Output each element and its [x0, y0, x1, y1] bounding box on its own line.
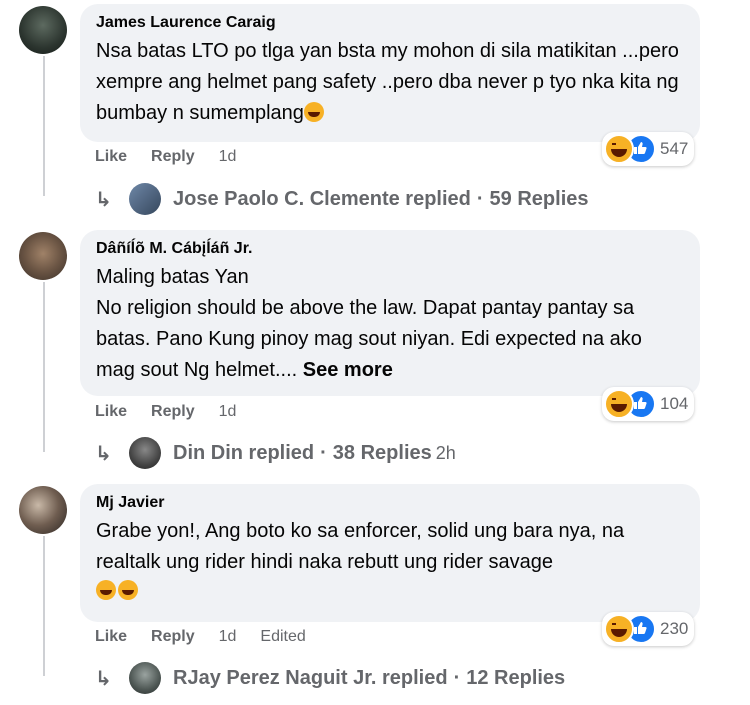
- reply-separator: ·: [453, 666, 461, 689]
- comment-timestamp[interactable]: 1d: [219, 628, 237, 646]
- comment-bubble: Mj Javier Grabe yon!, Ang boto ko sa enf…: [80, 484, 700, 622]
- like-button[interactable]: Like: [95, 628, 127, 646]
- reply-author-text: Jose Paolo C. Clemente replied: [173, 187, 471, 210]
- comment-bubble: James Laurence Caraig Nsa batas LTO po t…: [80, 4, 700, 142]
- comment-actions: Like Reply 1d: [95, 403, 260, 421]
- view-replies-link[interactable]: ↳ Jose Paolo C. Clemente replied · 59 Re…: [95, 183, 589, 215]
- grin-emoji-icon: [303, 102, 324, 122]
- reply-count: 12 Replies: [466, 666, 566, 689]
- reaction-summary[interactable]: 547: [602, 132, 695, 166]
- reply-separator: ·: [320, 441, 327, 464]
- comment-timestamp[interactable]: 1d: [219, 148, 237, 166]
- reply-button[interactable]: Reply: [151, 403, 195, 421]
- comment-timestamp[interactable]: 1d: [219, 403, 237, 421]
- view-replies-link[interactable]: ↳ Din Din replied · 38 Replies 2h: [95, 437, 456, 469]
- rofl-emoji-icon: [96, 580, 116, 600]
- haha-reaction-icon: [604, 389, 634, 419]
- reply-author-text: Din Din replied: [173, 441, 315, 464]
- reply-count: 59 Replies: [489, 187, 589, 210]
- avatar[interactable]: [19, 6, 67, 54]
- like-button[interactable]: Like: [95, 148, 127, 166]
- avatar[interactable]: [19, 486, 67, 534]
- reply-avatar: [129, 662, 161, 694]
- haha-reaction-icon: [604, 614, 634, 644]
- reply-count: 38 Replies: [332, 441, 432, 464]
- thread-line: [43, 56, 45, 196]
- emoji-row: [96, 580, 682, 602]
- reply-separator: ·: [476, 187, 484, 210]
- haha-reaction-icon: [604, 134, 634, 164]
- thread-line: [43, 282, 45, 452]
- reaction-count: 230: [660, 619, 689, 638]
- reply-avatar: [129, 437, 161, 469]
- comment-author[interactable]: Dâñíĺõ M. Cábįĺáñ Jr.: [96, 238, 682, 260]
- reply-button[interactable]: Reply: [151, 148, 195, 166]
- reply-avatar: [129, 183, 161, 215]
- reaction-count: 547: [660, 139, 689, 158]
- comment-text: Grabe yon!, Ang boto ko sa enforcer, sol…: [96, 516, 682, 578]
- see-more-link[interactable]: See more: [303, 359, 393, 381]
- thread-line: [43, 536, 45, 676]
- comment-actions: Like Reply 1d: [95, 148, 260, 166]
- reply-arrow-icon: ↳: [95, 667, 112, 690]
- like-button[interactable]: Like: [95, 403, 127, 421]
- reaction-summary[interactable]: 104: [602, 387, 695, 421]
- reply-button[interactable]: Reply: [151, 628, 195, 646]
- comment-actions: Like Reply 1d Edited: [95, 628, 330, 646]
- comment-bubble: Dâñíĺõ M. Cábįĺáñ Jr. Maling batas Yan N…: [80, 230, 700, 396]
- reaction-summary[interactable]: 230: [602, 612, 695, 646]
- reply-author-text: RJay Perez Naguit Jr. replied: [173, 666, 448, 689]
- edited-label: Edited: [260, 628, 306, 645]
- rofl-emoji-icon: [118, 580, 138, 600]
- comment-text: Nsa batas LTO po tlga yan bsta my mohon …: [96, 36, 682, 129]
- reply-arrow-icon: ↳: [95, 188, 112, 211]
- comment-text: Maling batas Yan No religion should be a…: [96, 262, 682, 386]
- comment-author[interactable]: Mj Javier: [96, 492, 682, 514]
- reaction-count: 104: [660, 394, 689, 413]
- view-replies-link[interactable]: ↳ RJay Perez Naguit Jr. replied · 12 Rep…: [95, 662, 565, 694]
- reply-arrow-icon: ↳: [95, 442, 112, 465]
- comment-text-body: Nsa batas LTO po tlga yan bsta my mohon …: [96, 40, 679, 124]
- comment-author[interactable]: James Laurence Caraig: [96, 12, 682, 34]
- reply-timestamp: 2h: [435, 442, 456, 463]
- comment-text-body: Grabe yon!, Ang boto ko sa enforcer, sol…: [96, 520, 625, 573]
- avatar[interactable]: [19, 232, 67, 280]
